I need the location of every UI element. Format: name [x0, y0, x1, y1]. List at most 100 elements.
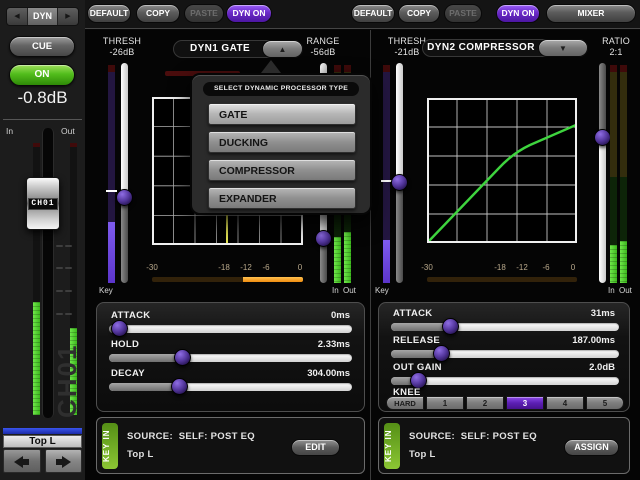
dyn2-paste-button[interactable]: PASTE [444, 4, 482, 23]
dyn1-thresh-readout: THRESH -26dB [96, 36, 148, 58]
knee-hard-button[interactable]: HARD [386, 396, 424, 410]
slider-thumb[interactable] [174, 349, 191, 366]
nav-next-button[interactable]: ▶ [57, 8, 78, 25]
dyn2-out-meter [620, 65, 627, 283]
channel-color-bar [3, 428, 82, 434]
slider-thumb[interactable] [442, 318, 459, 335]
channel-name-button[interactable]: Top L [3, 435, 82, 448]
attack-slider[interactable] [391, 318, 619, 335]
dyn2-key-label: Key [375, 286, 389, 295]
slider-thumb[interactable] [433, 345, 450, 362]
meter-peak-segment [70, 143, 77, 147]
knee-4-button[interactable]: 4 [546, 396, 584, 410]
nav-page-label: DYN [28, 8, 57, 25]
dyn2-type-open-button[interactable]: ▼ [538, 39, 588, 57]
meter-peak-segment [108, 65, 115, 72]
meter-level-segment [334, 237, 341, 283]
meter-level-segment [33, 302, 40, 415]
left-arrow-icon [14, 456, 23, 468]
dyn2-thresh-slider[interactable] [391, 61, 408, 285]
meter-unlit-segment [383, 72, 390, 240]
knee-5-button[interactable]: 5 [586, 396, 624, 410]
dyn1-default-button[interactable]: DEFAULT [87, 4, 131, 23]
meter-peak-segment [33, 143, 40, 147]
dyn2-param-panel: ATTACK 31ms RELEASE 187.00ms OUT GAIN 2.… [378, 302, 630, 412]
dyn1-paste-button[interactable]: PASTE [184, 4, 224, 23]
dyn2-key-meter [383, 65, 390, 283]
compressor-curve [428, 125, 576, 242]
popup-option-expander[interactable]: EXPANDER [208, 187, 356, 209]
dyn2-gr-meter [427, 277, 577, 282]
popup-option-compressor[interactable]: COMPRESSOR [208, 159, 356, 181]
divider [3, 119, 82, 120]
thresh-slider-thumb[interactable] [391, 174, 408, 191]
channel-fader-knob[interactable]: CH01 [26, 177, 60, 230]
fader-tick [65, 290, 72, 292]
dyn2-ratio-slider[interactable] [594, 61, 611, 285]
dyn1-key-meter [108, 65, 115, 283]
slider-thumb[interactable] [111, 320, 128, 337]
popup-option-gate[interactable]: GATE [208, 103, 356, 125]
hold-slider[interactable] [109, 349, 352, 366]
scale-tick: -6 [542, 263, 549, 272]
key-in-source: SOURCE: SELF: POST EQ [409, 431, 537, 442]
next-channel-button[interactable] [45, 449, 82, 473]
knee-1-button[interactable]: 1 [426, 396, 464, 410]
meter-level-segment [108, 222, 115, 283]
key-in-tab[interactable]: KEY IN [384, 423, 400, 469]
thresh-slider-thumb[interactable] [116, 189, 133, 206]
slider-thumb[interactable] [171, 378, 188, 395]
popup-option-ducking[interactable]: DUCKING [208, 131, 356, 153]
range-slider-thumb[interactable] [315, 230, 332, 247]
fader-tick [56, 267, 63, 269]
range-label: RANGE [297, 36, 349, 47]
compressor-graph [427, 98, 577, 243]
nav-prev-button[interactable]: ◀ [7, 8, 28, 25]
key-in-source: SOURCE: SELF: POST EQ [127, 431, 255, 442]
knee-3-button[interactable]: 3 [506, 396, 544, 410]
dyn2-ratio-readout: RATIO 2:1 [590, 36, 640, 58]
dynamics-screen: ◀ DYN ▶ CUE ON -0.8dB In Out CH01 CH01 [0, 0, 640, 480]
dyn2-default-button[interactable]: DEFAULT [351, 4, 395, 23]
arrow-tail [23, 459, 29, 465]
decay-slider[interactable] [109, 378, 352, 395]
scale-tick: -12 [240, 263, 252, 272]
ratio-value: 2:1 [590, 47, 640, 58]
cue-button[interactable]: CUE [9, 36, 75, 57]
dyn1-thresh-slider[interactable] [116, 61, 133, 285]
key-in-edit-button[interactable]: EDIT [291, 439, 340, 456]
key-in-channel: Top L [127, 449, 154, 460]
meter-level-segment [344, 232, 351, 283]
meter-peak-segment [334, 65, 341, 72]
dyn2-copy-button[interactable]: COPY [398, 4, 440, 23]
prev-channel-button[interactable] [3, 449, 41, 473]
dyn2-keyin-panel: KEY IN SOURCE: SELF: POST EQ Top L ASSIG… [378, 417, 630, 474]
meter-peak-segment [344, 65, 351, 72]
fader-tick [65, 313, 72, 315]
key-in-assign-button[interactable]: ASSIGN [564, 439, 619, 456]
attack-slider[interactable] [109, 320, 352, 337]
dyn1-in-label: In [332, 286, 339, 295]
key-in-tab[interactable]: KEY IN [102, 423, 118, 469]
channel-on-button[interactable]: ON [9, 64, 75, 86]
dyn1-copy-button[interactable]: COPY [136, 4, 180, 23]
arrow-tail [56, 459, 62, 465]
channel-strip: ◀ DYN ▶ CUE ON -0.8dB In Out CH01 CH01 [0, 0, 85, 480]
left-triangle-icon: ◀ [14, 13, 19, 20]
meter-peak-segment [620, 65, 627, 72]
processor-nav: ◀ DYN ▶ [6, 7, 79, 26]
popup-title: SELECT DYNAMIC PROCESSOR TYPE [203, 82, 359, 96]
right-arrow-icon [62, 456, 71, 468]
fader-tick [56, 290, 63, 292]
mixer-button[interactable]: MIXER [546, 4, 636, 23]
fader-tick [56, 245, 63, 247]
dyn1-keyin-panel: KEY IN SOURCE: SELF: POST EQ Top L EDIT [96, 417, 365, 474]
meter-unlit-yellow [620, 72, 627, 177]
dyn1-on-button[interactable]: DYN ON [226, 4, 272, 23]
fader-knob-label: CH01 [28, 198, 58, 210]
knee-2-button[interactable]: 2 [466, 396, 504, 410]
processor-type-popup: SELECT DYNAMIC PROCESSOR TYPE GATE DUCKI… [190, 73, 372, 215]
dyn2-on-button[interactable]: DYN ON [496, 4, 540, 23]
ratio-slider-thumb[interactable] [594, 129, 611, 146]
release-slider[interactable] [391, 345, 619, 362]
